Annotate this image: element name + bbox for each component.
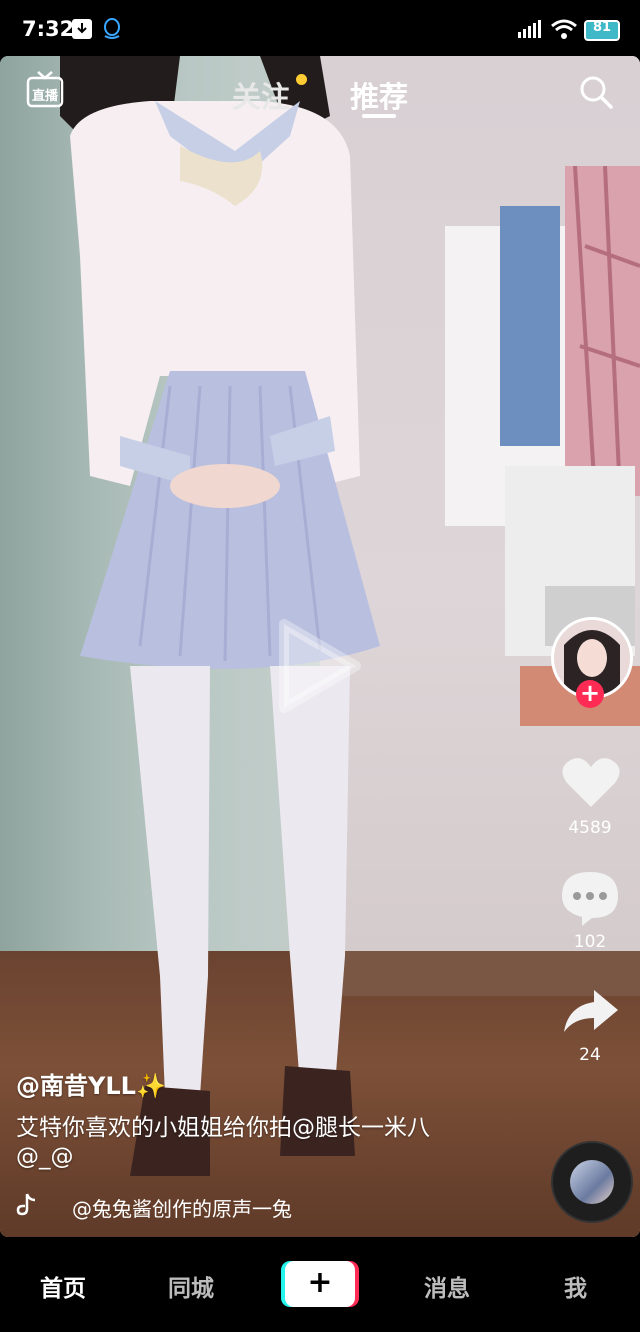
share-icon[interactable]	[562, 988, 620, 1036]
comment-count: 102	[573, 932, 607, 952]
music-row[interactable]: @兔兔酱创作的原声一兔	[16, 1190, 326, 1220]
battery-level: 81	[592, 20, 612, 35]
create-button[interactable]: +	[281, 1261, 359, 1307]
nav-home[interactable]: 首页	[40, 1269, 86, 1303]
new-dot	[296, 74, 307, 85]
tab-recommend[interactable]: 推荐	[350, 74, 408, 116]
video-player[interactable]	[0, 56, 640, 1237]
share-count: 24	[579, 1045, 601, 1065]
post-mention[interactable]: @_@	[16, 1144, 74, 1170]
play-icon[interactable]	[276, 616, 366, 716]
sparkle-emoji: ✨	[135, 1072, 166, 1100]
search-icon[interactable]	[578, 74, 614, 110]
follow-plus-button[interactable]: +	[576, 680, 604, 708]
battery-icon: 81	[584, 20, 620, 41]
live-label: 直播	[31, 89, 58, 104]
nav-nearby[interactable]: 同城	[168, 1269, 214, 1303]
post-description: 艾特你喜欢的小姐姐给你拍@腿长一米八	[16, 1115, 430, 1141]
music-cover-image	[570, 1160, 614, 1204]
bottom-nav: 首页 同城 + 消息 我	[0, 1237, 640, 1332]
tab-indicator	[362, 114, 396, 118]
wifi-icon	[551, 19, 577, 39]
nav-me[interactable]: 我	[564, 1269, 587, 1303]
author-name-row[interactable]: @南昔YLL✨	[16, 1066, 166, 1101]
nav-messages[interactable]: 消息	[424, 1269, 470, 1303]
author-name[interactable]: @南昔YLL	[16, 1072, 136, 1100]
tab-following[interactable]: 关注	[232, 74, 290, 116]
tiktok-note-icon	[16, 1193, 36, 1216]
heart-icon[interactable]	[561, 755, 621, 809]
music-disc[interactable]	[551, 1141, 633, 1223]
music-title: @兔兔酱创作的原声一兔	[72, 1197, 292, 1220]
like-count: 4589	[568, 818, 612, 838]
download-icon	[72, 19, 92, 39]
live-button[interactable]: 直播	[26, 70, 64, 108]
signal-icon	[518, 20, 541, 38]
status-bar: 7:32 81	[0, 0, 640, 56]
plus-icon: +	[285, 1261, 355, 1307]
status-time: 7:32	[22, 17, 75, 41]
qq-icon	[104, 18, 120, 39]
comment-icon[interactable]	[560, 870, 620, 926]
top-nav: 直播 关注 推荐	[0, 56, 640, 126]
